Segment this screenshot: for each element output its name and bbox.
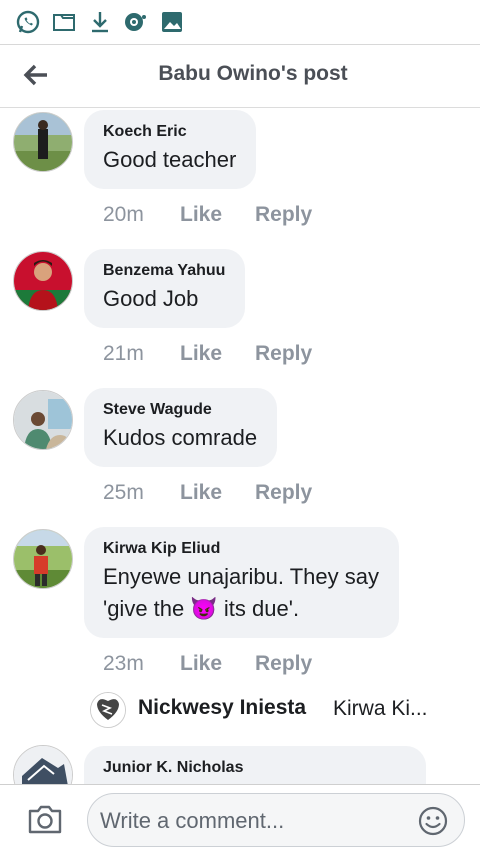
status-bar <box>0 0 480 45</box>
commenter-name[interactable]: Koech Eric <box>103 122 236 142</box>
comment-bubble[interactable]: Kirwa Kip Eliud Enyewe unajaribu. They s… <box>84 527 399 638</box>
emoji-picker-icon[interactable] <box>417 805 449 837</box>
camera-icon[interactable] <box>26 802 64 836</box>
like-button[interactable]: Like <box>180 481 222 505</box>
commenter-name[interactable]: Benzema Yahuu <box>103 261 225 281</box>
avatar[interactable] <box>13 529 73 589</box>
avatar[interactable] <box>13 251 73 311</box>
like-button[interactable]: Like <box>180 342 222 366</box>
comment-time: 21m <box>103 342 144 365</box>
comment-composer <box>0 784 480 855</box>
like-button[interactable]: Like <box>180 203 222 227</box>
reply-button[interactable]: Reply <box>255 652 312 676</box>
avatar[interactable] <box>13 112 73 172</box>
folder-icon <box>53 14 75 31</box>
download-icon <box>92 12 108 33</box>
comment-time: 20m <box>103 203 144 226</box>
reply-snippet: Kirwa Ki... <box>333 697 428 720</box>
reply-avatar[interactable] <box>90 692 126 728</box>
comments-feed[interactable]: Koech Eric Good teacher 20m Like Reply B… <box>0 108 480 784</box>
comment-bubble[interactable]: Benzema Yahuu Good Job <box>84 249 246 328</box>
comment-bubble[interactable]: Junior K. Nicholas <box>84 746 426 784</box>
comment-bubble[interactable]: Koech Eric Good teacher <box>84 110 257 189</box>
avatar[interactable] <box>13 390 73 450</box>
comment-text: Enyewe unajaribu. They say 'give the 😈 i… <box>103 564 379 621</box>
comment-text: Good teacher <box>103 147 237 172</box>
reply-preview[interactable]: Nickwesy Iniesta Kirwa Ki... <box>90 692 480 728</box>
avatar[interactable] <box>13 745 73 784</box>
commenter-name[interactable]: Kirwa Kip Eliud <box>103 539 379 559</box>
post-header: Babu Owino's post <box>0 45 480 108</box>
comment-time: 25m <box>103 481 144 504</box>
comment-time: 23m <box>103 652 144 675</box>
image-icon <box>162 12 182 32</box>
reply-author[interactable]: Nickwesy Iniesta <box>138 696 306 720</box>
commenter-name[interactable]: Junior K. Nicholas <box>103 758 406 778</box>
reply-button[interactable]: Reply <box>255 481 312 505</box>
hotspot-icon <box>125 13 146 31</box>
devil-emoji-icon: 😈 <box>190 596 218 621</box>
page-title: Babu Owino's post <box>158 62 348 85</box>
comment-text: Kudos comrade <box>103 425 258 450</box>
commenter-name[interactable]: Steve Wagude <box>103 400 257 420</box>
comment-bubble[interactable]: Steve Wagude Kudos comrade <box>84 388 278 467</box>
comment-text: Good Job <box>103 286 199 311</box>
like-button[interactable]: Like <box>180 652 222 676</box>
reply-button[interactable]: Reply <box>255 203 312 227</box>
comment-input[interactable] <box>98 804 402 838</box>
whatsapp-icon <box>16 10 40 34</box>
comment-input-wrapper[interactable] <box>87 793 465 847</box>
reply-button[interactable]: Reply <box>255 342 312 366</box>
